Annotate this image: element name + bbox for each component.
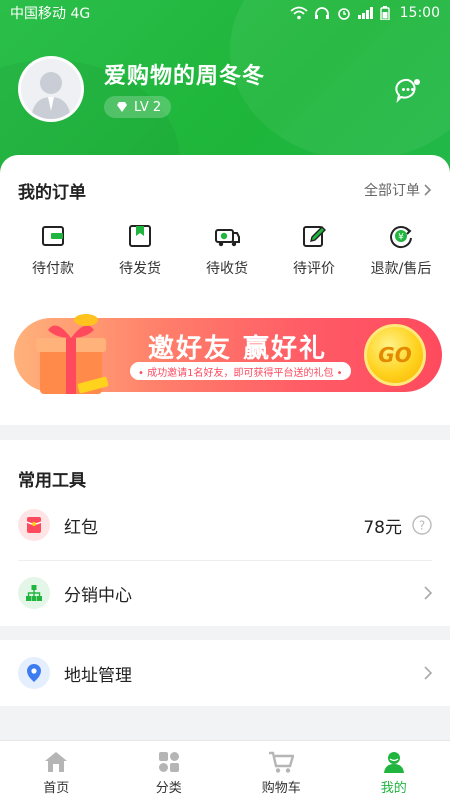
svg-text:¥: ¥: [398, 233, 404, 243]
battery-icon: [379, 6, 390, 20]
chat-icon: [395, 78, 420, 104]
tab-cart[interactable]: 购物车: [225, 741, 338, 800]
tab-mine[interactable]: 我的: [338, 741, 450, 800]
carrier-label: 中国移动 4G: [10, 6, 91, 22]
bottom-tab-bar: 首页 分类 购物车 我的: [0, 740, 450, 800]
gift-box-icon: [36, 314, 109, 394]
tab-label: 我的: [380, 780, 407, 796]
tab-label: 首页: [43, 780, 70, 796]
chevron-right-icon: [424, 184, 432, 196]
category-icon: [158, 751, 179, 772]
truck-icon: [215, 229, 240, 247]
address-management[interactable]: 地址管理: [0, 640, 450, 706]
username: 爱购物的周冬冬: [104, 64, 266, 89]
order-pending-payment[interactable]: 待付款: [14, 222, 92, 278]
order-pending-review[interactable]: 待评价: [275, 222, 353, 278]
tab-home[interactable]: 首页: [0, 741, 113, 800]
order-refund[interactable]: ¥ 退款/售后: [362, 222, 440, 278]
status-icons: 15:00: [290, 5, 440, 21]
banner-title: 邀好友 赢好礼: [148, 334, 328, 364]
status-bar: 中国移动 4G 15:00: [0, 0, 450, 26]
red-packet-value: 78元: [363, 517, 402, 538]
status-time: 15:00: [399, 5, 440, 21]
all-orders-label: 全部订单: [364, 183, 420, 199]
order-item-label: 待收货: [206, 261, 248, 277]
package-icon: [129, 225, 151, 247]
edit-icon: [303, 226, 326, 247]
wifi-icon: [290, 6, 308, 20]
distribution-icon: [18, 577, 50, 609]
all-orders-link[interactable]: 全部订单: [364, 180, 432, 200]
tab-category[interactable]: 分类: [113, 741, 226, 800]
tools-title: 常用工具: [18, 471, 86, 491]
diamond-icon: [117, 102, 127, 112]
signal-icon: [357, 7, 373, 19]
location-icon: [18, 657, 50, 689]
tab-label: 购物车: [261, 780, 301, 796]
help-icon[interactable]: ?: [412, 515, 432, 535]
red-packet-icon: [18, 509, 50, 541]
order-item-label: 待付款: [32, 261, 74, 277]
order-item-label: 待发货: [119, 261, 161, 277]
headphones-icon: [314, 7, 329, 19]
orders-title: 我的订单: [18, 183, 86, 203]
order-pending-receipt[interactable]: 待收货: [188, 222, 266, 278]
tab-label: 分类: [155, 780, 182, 796]
tool-red-packet[interactable]: 红包 78元 ?: [0, 492, 450, 558]
tool-label: 分销中心: [64, 585, 132, 606]
user-icon: [383, 751, 404, 773]
tool-distribution[interactable]: 分销中心: [0, 560, 450, 626]
user-avatar-icon: [31, 72, 71, 119]
order-item-label: 退款/售后: [370, 261, 432, 277]
message-button[interactable]: [394, 76, 422, 104]
svg-text:?: ?: [419, 519, 425, 533]
order-item-label: 待评价: [293, 261, 335, 277]
banner-subtitle: • 成功邀请1名好友，即可获得平台送的礼包 •: [130, 362, 351, 380]
tool-label: 红包: [64, 517, 98, 538]
chevron-right-icon: [424, 586, 432, 600]
order-pending-shipment[interactable]: 待发货: [101, 222, 179, 278]
wallet-icon: [42, 226, 64, 246]
chevron-right-icon: [424, 666, 432, 680]
order-status-row: 待付款 待发货 待收货 待评价 ¥ 退款/售后: [0, 222, 450, 278]
invite-banner[interactable]: 邀好友 赢好礼 • 成功邀请1名好友，即可获得平台送的礼包 • GO: [8, 302, 442, 408]
alarm-icon: [337, 8, 350, 20]
go-button[interactable]: GO: [364, 324, 426, 386]
level-badge: LV 2: [104, 96, 172, 118]
cart-icon: [269, 751, 295, 773]
refund-icon: ¥: [390, 226, 412, 249]
address-label: 地址管理: [64, 665, 132, 686]
avatar[interactable]: [18, 56, 84, 122]
level-label: LV 2: [134, 99, 162, 115]
home-icon: [45, 751, 68, 772]
